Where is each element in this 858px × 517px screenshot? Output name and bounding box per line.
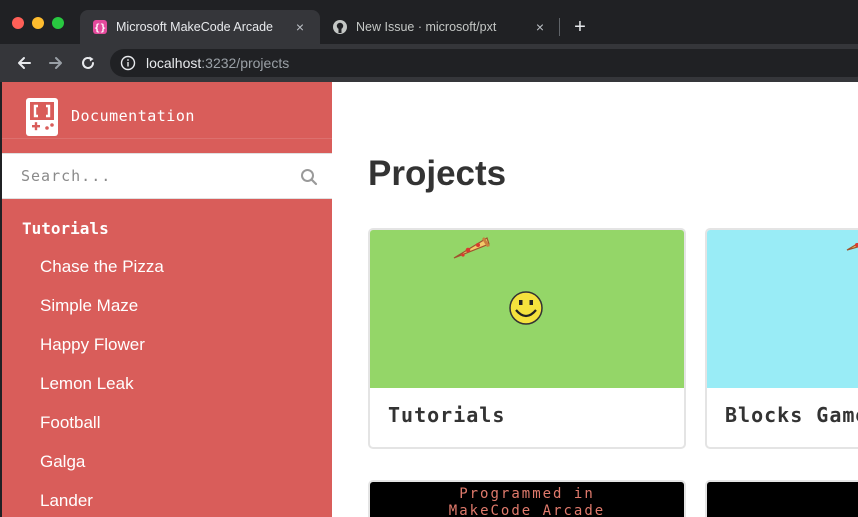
tab-title: New Issue · microsoft/pxt bbox=[356, 20, 497, 34]
search-input[interactable] bbox=[2, 154, 282, 198]
web-page: Documentation Tutorials Chase the Pizza … bbox=[2, 82, 858, 517]
project-card-dark[interactable] bbox=[705, 480, 858, 517]
promo-line-2: MakeCode Arcade bbox=[448, 503, 606, 517]
tab-close-icon[interactable]: × bbox=[292, 19, 308, 35]
tab-close-icon[interactable]: × bbox=[532, 19, 548, 35]
sidebar-item-football[interactable]: Football bbox=[2, 403, 332, 442]
smiley-icon bbox=[509, 291, 543, 325]
pizza-icon bbox=[846, 242, 858, 251]
sidebar-item-lander[interactable]: Lander bbox=[2, 481, 332, 517]
documentation-link[interactable]: Documentation bbox=[71, 107, 195, 125]
browser-tab-bar: {} Microsoft MakeCode Arcade × New Issue… bbox=[0, 0, 858, 44]
reload-icon[interactable] bbox=[78, 53, 98, 73]
sidebar: Documentation Tutorials Chase the Pizza … bbox=[2, 82, 332, 517]
sidebar-item-happy-flower[interactable]: Happy Flower bbox=[2, 325, 332, 364]
makecode-favicon-icon: {} bbox=[92, 19, 108, 35]
back-arrow-icon[interactable] bbox=[14, 53, 34, 73]
project-card-tutorials[interactable]: Tutorials bbox=[368, 228, 686, 449]
sidebar-tutorial-list: Chase the Pizza Simple Maze Happy Flower… bbox=[2, 247, 332, 517]
project-card-promo[interactable]: Programmed in MakeCode Arcade bbox=[368, 480, 686, 517]
new-tab-button[interactable]: + bbox=[570, 17, 590, 37]
search-box bbox=[2, 153, 332, 199]
sidebar-item-lemon-leak[interactable]: Lemon Leak bbox=[2, 364, 332, 403]
project-card-blocks-games[interactable]: Blocks Games bbox=[705, 228, 858, 449]
tab-new-issue[interactable]: New Issue · microsoft/pxt × bbox=[320, 10, 560, 44]
minimize-window-button[interactable] bbox=[32, 17, 44, 29]
main-content: Projects Tutorials Blocks Gam Programmed… bbox=[332, 82, 858, 517]
info-icon[interactable] bbox=[120, 55, 136, 71]
forward-arrow-icon[interactable] bbox=[46, 53, 66, 73]
promo-line-1: Programmed in bbox=[459, 486, 595, 502]
card-title: Tutorials bbox=[388, 403, 506, 427]
arcade-logo-icon[interactable] bbox=[26, 98, 58, 136]
sidebar-item-chase-the-pizza[interactable]: Chase the Pizza bbox=[2, 247, 332, 286]
zoom-window-button[interactable] bbox=[52, 17, 64, 29]
tab-makecode-arcade[interactable]: {} Microsoft MakeCode Arcade × bbox=[80, 10, 320, 44]
card-title: Blocks Games bbox=[725, 403, 858, 427]
github-favicon-icon bbox=[332, 19, 348, 35]
url-path: :3232/projects bbox=[201, 55, 290, 71]
page-title: Projects bbox=[368, 154, 507, 193]
pizza-icon bbox=[453, 237, 490, 259]
url-host: localhost bbox=[146, 55, 202, 71]
sidebar-item-galga[interactable]: Galga bbox=[2, 442, 332, 481]
sidebar-item-simple-maze[interactable]: Simple Maze bbox=[2, 286, 332, 325]
tab-title: Microsoft MakeCode Arcade bbox=[116, 20, 274, 34]
card-image bbox=[707, 230, 858, 388]
sidebar-header[interactable]: Documentation bbox=[2, 82, 332, 139]
search-icon[interactable] bbox=[300, 168, 318, 186]
svg-text:{}: {} bbox=[94, 23, 106, 34]
card-image bbox=[370, 230, 684, 388]
close-window-button[interactable] bbox=[12, 17, 24, 29]
browser-toolbar: localhost :3232/projects bbox=[0, 44, 858, 82]
sidebar-section-tutorials[interactable]: Tutorials bbox=[22, 219, 109, 238]
address-bar[interactable]: localhost :3232/projects bbox=[110, 49, 858, 77]
tab-separator bbox=[559, 18, 560, 36]
